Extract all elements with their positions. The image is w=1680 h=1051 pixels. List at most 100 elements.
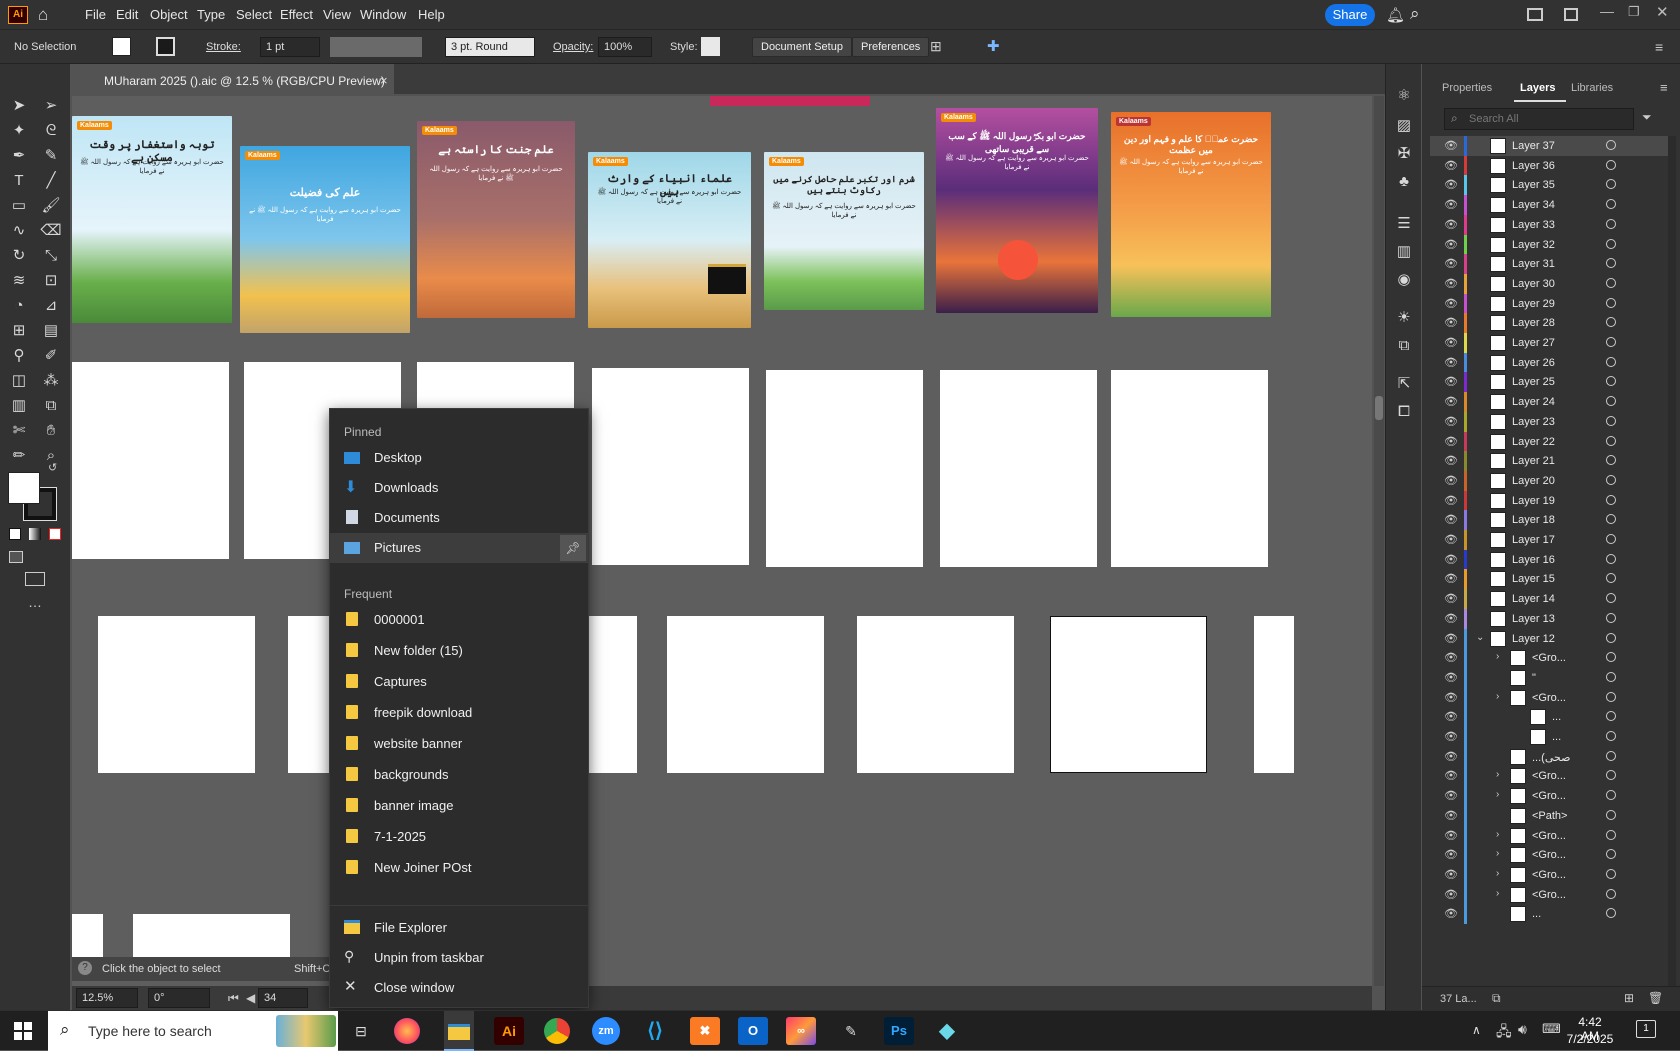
menu-type[interactable]: Type — [197, 7, 225, 22]
panel-menu-icon[interactable]: ≡ — [1660, 80, 1668, 95]
target-circle-icon[interactable] — [1606, 179, 1616, 190]
opacity-input[interactable]: 100% — [598, 37, 652, 57]
menu-edit[interactable]: Edit — [116, 7, 138, 22]
layer-name[interactable]: Layer 12 — [1512, 633, 1555, 645]
vscode-icon[interactable]: ⟨⟩ — [640, 1017, 670, 1045]
minimize-icon[interactable]: — — [1600, 3, 1614, 19]
layer-name[interactable]: Layer 26 — [1512, 357, 1555, 369]
layer-name[interactable]: <Gro... — [1532, 770, 1566, 782]
sublayer-row[interactable]: 👁︎ › <Gro... — [1430, 845, 1672, 866]
layer-name[interactable]: Layer 23 — [1512, 416, 1555, 428]
visibility-eye-icon[interactable]: 👁︎ — [1444, 513, 1458, 526]
perspective-grid-icon[interactable]: ⊿ — [40, 296, 62, 316]
target-circle-icon[interactable] — [1606, 376, 1616, 387]
target-circle-icon[interactable] — [1606, 277, 1616, 288]
rectangle-tool-icon[interactable]: ▭ — [8, 196, 30, 216]
target-circle-icon[interactable] — [1606, 770, 1616, 781]
artboard-tool-icon[interactable]: ⧉ — [40, 396, 62, 416]
shaper-tool-icon[interactable]: ∿ — [8, 221, 30, 241]
layer-row[interactable]: 👁︎ Layer 34 — [1430, 195, 1672, 216]
graphic-style-swatch[interactable] — [701, 37, 720, 56]
sublayer-row[interactable]: 👁︎ › <Gro... — [1430, 864, 1672, 885]
layer-name[interactable]: Layer 22 — [1512, 436, 1555, 448]
unpin-from-taskbar-action[interactable]: ⚲ Unpin from taskbar — [330, 943, 588, 973]
menu-view[interactable]: View — [323, 7, 351, 22]
document-setup-button[interactable]: Document Setup — [752, 37, 852, 57]
layer-name[interactable]: <Path> — [1532, 810, 1567, 822]
artboard[interactable] — [857, 616, 1014, 773]
target-circle-icon[interactable] — [1606, 849, 1616, 860]
layer-row[interactable]: 👁︎ Layer 20 — [1430, 470, 1672, 491]
layer-name[interactable]: Layer 24 — [1512, 396, 1555, 408]
layer-name[interactable]: Layer 31 — [1512, 258, 1555, 270]
jump-pictures[interactable]: Pictures 📌︎ — [330, 533, 588, 563]
visibility-eye-icon[interactable]: 👁︎ — [1444, 651, 1458, 664]
target-circle-icon[interactable] — [1606, 514, 1616, 525]
stroke-panel-icon[interactable]: ☰ — [1393, 214, 1415, 234]
layer-row[interactable]: 👁︎ Layer 13 — [1430, 608, 1672, 629]
jump-frequent-folder[interactable]: website banner — [330, 729, 588, 759]
target-circle-icon[interactable] — [1606, 455, 1616, 466]
target-circle-icon[interactable] — [1606, 356, 1616, 367]
shape-builder-icon[interactable]: ◔ — [8, 296, 30, 316]
clock-date[interactable]: 7/2/2025 — [1566, 1032, 1614, 1046]
pen-app-icon[interactable]: ✎ — [836, 1017, 866, 1045]
target-circle-icon[interactable] — [1606, 908, 1616, 919]
layer-search-field[interactable]: ⌕ Search All — [1444, 108, 1634, 130]
visibility-eye-icon[interactable]: 👁︎ — [1444, 572, 1458, 585]
visibility-eye-icon[interactable]: 👁︎ — [1444, 415, 1458, 428]
target-circle-icon[interactable] — [1606, 790, 1616, 801]
artboard-selected[interactable] — [1050, 616, 1207, 773]
home-icon[interactable]: ⌂ — [38, 5, 48, 25]
layer-row[interactable]: 👁︎ Layer 36 — [1430, 155, 1672, 176]
sublayer-row[interactable]: 👁︎ <Path> — [1430, 805, 1672, 826]
mesh-tool-icon[interactable]: ⊞ — [8, 321, 30, 341]
color-mode-icon[interactable] — [9, 528, 21, 540]
chrome-icon[interactable] — [544, 1018, 570, 1044]
close-tab-icon[interactable]: × — [380, 73, 388, 88]
file-explorer-icon[interactable] — [444, 1011, 474, 1051]
layer-row[interactable]: 👁︎ Layer 35 — [1430, 175, 1672, 196]
jump-frequent-folder[interactable]: freepik download — [330, 698, 588, 728]
visibility-eye-icon[interactable]: 👁︎ — [1444, 494, 1458, 507]
xampp-icon[interactable]: ✖ — [690, 1017, 720, 1045]
visibility-eye-icon[interactable]: 👁︎ — [1444, 159, 1458, 172]
layer-name[interactable]: Layer 14 — [1512, 593, 1555, 605]
brushes-panel-icon[interactable]: ⚛ — [1393, 86, 1415, 106]
panel-options-icon[interactable]: ≡ — [1655, 39, 1663, 55]
tab-libraries[interactable]: Libraries — [1571, 82, 1613, 94]
layer-name[interactable]: ... — [1532, 908, 1541, 920]
layer-name[interactable]: <Gro... — [1532, 849, 1566, 861]
target-circle-icon[interactable] — [1606, 691, 1616, 702]
sublayer-row[interactable]: 👁︎ › <Gro... — [1430, 766, 1672, 787]
layer-row[interactable]: 👁︎ Layer 25 — [1430, 372, 1672, 393]
layer-name[interactable]: Layer 36 — [1512, 160, 1555, 172]
target-circle-icon[interactable] — [1606, 337, 1616, 347]
layer-name[interactable]: Layer 19 — [1512, 495, 1555, 507]
magic-wand-icon[interactable]: ✦ — [8, 121, 30, 141]
layer-row[interactable]: 👁︎ Layer 32 — [1430, 234, 1672, 255]
visibility-eye-icon[interactable]: 👁︎ — [1444, 888, 1458, 901]
chevron-right-icon[interactable]: › — [1496, 868, 1499, 879]
target-circle-icon[interactable] — [1606, 553, 1616, 564]
outlook-icon[interactable]: O — [738, 1017, 768, 1045]
warp-tool-icon[interactable]: ≋ — [8, 271, 30, 291]
jump-frequent-folder[interactable]: New Joiner POst — [330, 853, 588, 883]
workspace-icon[interactable] — [1564, 8, 1578, 21]
target-circle-icon[interactable] — [1606, 671, 1616, 682]
app-diamond-icon[interactable]: ◆ — [932, 1017, 962, 1045]
chevron-right-icon[interactable]: › — [1496, 848, 1499, 859]
direct-selection-tool-icon[interactable]: ➢ — [40, 96, 62, 116]
layer-row[interactable]: 👁︎ Layer 14 — [1430, 589, 1672, 610]
chevron-right-icon[interactable]: › — [1496, 651, 1499, 662]
poster-4[interactable]: Kalaams علماء انبیاء کے وارث ہیں حضرت اب… — [588, 152, 751, 328]
menu-select[interactable]: Select — [236, 7, 272, 22]
visibility-eye-icon[interactable]: 👁︎ — [1444, 257, 1458, 270]
poster-6[interactable]: Kalaams حضرت ابو بکرؓ رسول اللہ ﷺ کے سب … — [936, 108, 1098, 313]
visibility-eye-icon[interactable]: 👁︎ — [1444, 769, 1458, 782]
jump-frequent-folder[interactable]: New folder (15) — [330, 636, 588, 666]
artboards-panel-icon[interactable]: ⧠ — [1393, 402, 1415, 422]
artboard[interactable] — [72, 362, 229, 559]
taskbar-search-box[interactable]: ⌕ Type here to search — [48, 1011, 338, 1051]
blend-tool-icon[interactable]: ◫ — [8, 371, 30, 391]
